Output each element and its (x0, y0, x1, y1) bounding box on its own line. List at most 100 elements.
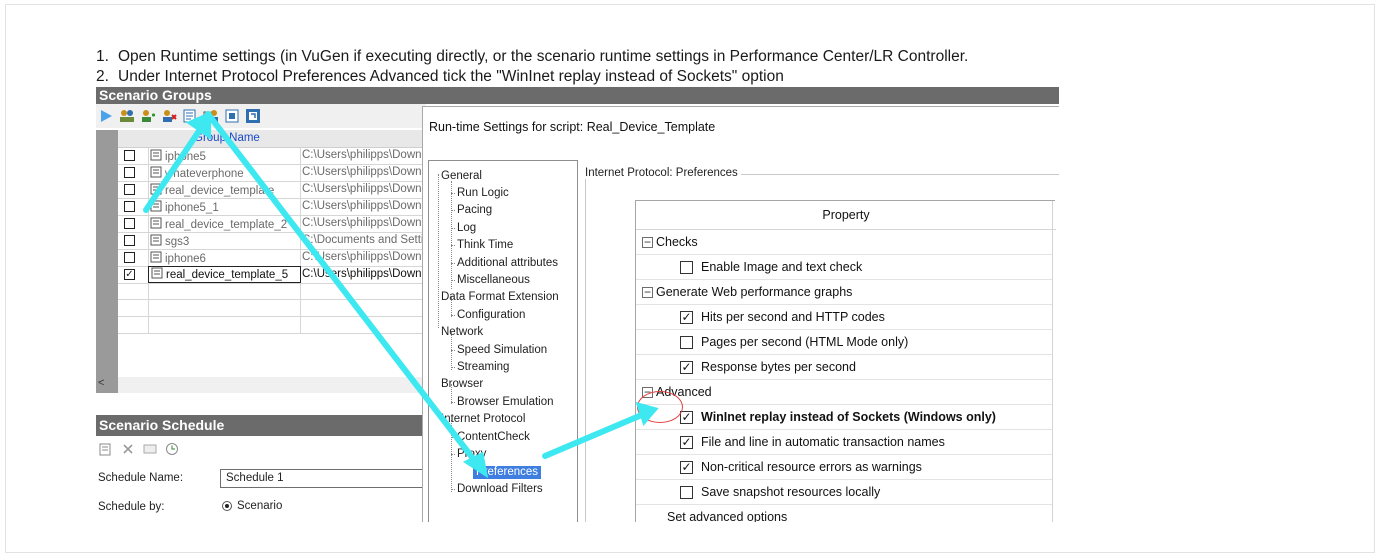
group-path: C:\Users\philipps\Downl (302, 166, 425, 178)
group-checkbox[interactable] (124, 252, 135, 263)
group-path: C:\Users\philipps\Downl (302, 268, 425, 280)
table-row[interactable]: iphone5 C:\Users\philipps\Downl (118, 148, 428, 165)
scenario-groups-grid: Group Name iphone5 C:\Users\philipps\Down… (96, 130, 428, 393)
table-row[interactable]: sgs3 C:\Documents and Settir (118, 233, 428, 250)
schedule-by-label: Schedule by: (98, 501, 165, 513)
highlight-circle (637, 391, 683, 423)
group-name: real_device_template_5 (166, 268, 289, 281)
checkbox-checked[interactable]: ✓ (680, 435, 693, 449)
table-row[interactable]: real_device_template_2 C:\Users\philipps\… (118, 216, 428, 233)
tree-item-miscellaneous[interactable]: Miscellaneous (451, 274, 530, 287)
users-icon[interactable] (119, 108, 135, 124)
tree-item-data-format-extension[interactable]: Data Format Extension (441, 291, 559, 304)
option-noncritical-errors[interactable]: ✓ Non-critical resource errors as warning… (636, 455, 1052, 480)
scroll-left-icon[interactable]: < (98, 377, 104, 389)
table-row[interactable]: iphone5_1 C:\Users\philipps\Downl (118, 199, 428, 216)
clock-icon[interactable] (164, 441, 180, 457)
tree-item-internet-protocol[interactable]: Internet Protocol (441, 413, 525, 426)
grid-divider (1052, 201, 1053, 522)
option-save-snapshot[interactable]: Save snapshot resources locally (636, 480, 1052, 505)
new-schedule-icon[interactable] (98, 441, 114, 457)
group-checkbox-checked[interactable]: ✓ (124, 269, 135, 280)
group-checkbox[interactable] (124, 235, 135, 246)
tree-connector (451, 420, 452, 492)
section-advanced[interactable]: − Advanced (636, 380, 1052, 405)
group-checkbox[interactable] (124, 201, 135, 212)
tree-item-proxy[interactable]: Proxy (450, 448, 486, 461)
checkbox[interactable] (680, 260, 693, 274)
tree-item-browser[interactable]: Browser (441, 378, 483, 391)
script-icon (150, 183, 162, 198)
tree-connector (451, 181, 452, 289)
option-file-and-line[interactable]: ✓ File and line in automatic transaction … (636, 430, 1052, 455)
collapse-icon[interactable]: − (642, 236, 653, 248)
collapse-icon[interactable]: − (642, 286, 653, 298)
settings-tree: General Run Logic Pacing Log Think Time … (428, 160, 578, 522)
checkbox[interactable] (680, 335, 693, 349)
group-name: whateverphone (165, 167, 244, 180)
group-checkbox[interactable] (124, 167, 135, 178)
tree-item-pacing[interactable]: Pacing (450, 204, 492, 217)
instruction-list: 1. Open Runtime settings (in VuGen if exe… (96, 47, 968, 87)
scenario-groups-title: Scenario Groups (96, 87, 1059, 104)
checkbox-checked[interactable]: ✓ (680, 460, 693, 474)
runtime-settings-icon[interactable] (245, 108, 261, 124)
group-name: iphone6 (165, 252, 206, 265)
option-enable-image-text-check[interactable]: Enable Image and text check (636, 255, 1052, 280)
section-checks[interactable]: − Checks (636, 230, 1052, 255)
checkbox-checked[interactable]: ✓ (680, 310, 693, 324)
tree-item-download-filters[interactable]: Download Filters (451, 483, 543, 496)
horizontal-scrollbar[interactable] (118, 377, 426, 393)
checkbox-checked[interactable]: ✓ (680, 360, 693, 374)
table-row[interactable]: iphone6 C:\Users\philipps\Downl (118, 250, 428, 267)
rename-icon[interactable] (142, 441, 158, 457)
group-checkbox[interactable] (124, 218, 135, 229)
dialog-title: Run-time Settings for script: Real_Devic… (429, 120, 716, 134)
option-pages-per-second[interactable]: Pages per second (HTML Mode only) (636, 330, 1052, 355)
script-icon[interactable] (224, 108, 240, 124)
tree-item-think-time[interactable]: Think Time (450, 239, 513, 252)
group-checkbox[interactable] (124, 184, 135, 195)
group-path: C:\Users\philipps\Downl (302, 183, 425, 195)
option-wininet-replay[interactable]: ✓ WinInet replay instead of Sockets (Wind… (636, 405, 1052, 430)
group-checkbox[interactable] (124, 150, 135, 161)
copy-group-icon[interactable] (203, 108, 219, 124)
set-advanced-options[interactable]: Set advanced options (636, 505, 1052, 522)
details-icon[interactable] (182, 108, 198, 124)
table-row[interactable]: real_device_template C:\Users\philipps\Do… (118, 182, 428, 199)
tree-item-configuration[interactable]: Configuration (450, 309, 525, 322)
script-icon (150, 234, 162, 249)
remove-group-icon[interactable] (161, 108, 177, 124)
schedule-by-scenario-radio[interactable]: Scenario (222, 500, 282, 512)
scenario-groups-toolbar (96, 104, 426, 128)
script-icon (150, 217, 162, 232)
tree-item-log[interactable]: Log (450, 222, 476, 235)
tree-item-browser-emulation[interactable]: Browser Emulation (451, 396, 554, 409)
play-icon[interactable] (98, 108, 114, 124)
delete-icon[interactable] (120, 441, 136, 457)
table-row[interactable]: ✓ real_device_template_5 C:\Users\philipps… (118, 266, 428, 284)
tree-item-general[interactable]: General (441, 170, 482, 183)
group-path: C:\Users\philipps\Downl (302, 200, 425, 212)
script-icon (150, 251, 162, 266)
tree-item-network[interactable]: Network (441, 326, 483, 339)
tree-item-speed-simulation[interactable]: Speed Simulation (450, 344, 547, 357)
section-generate-graphs[interactable]: − Generate Web performance graphs (636, 280, 1052, 305)
option-response-bytes[interactable]: ✓ Response bytes per second (636, 355, 1052, 380)
grid-header: Group Name (118, 130, 428, 148)
group-name-header[interactable]: Group Name (194, 132, 260, 144)
option-hits-per-second[interactable]: ✓ Hits per second and HTTP codes (636, 305, 1052, 330)
tree-item-additional-attributes[interactable]: Additional attributes (450, 257, 558, 270)
tree-item-streaming[interactable]: Streaming (450, 361, 509, 374)
tree-item-run-logic[interactable]: Run Logic (451, 187, 509, 200)
tree-item-contentcheck[interactable]: ContentCheck (451, 431, 530, 444)
tree-item-preferences[interactable]: Preferences (473, 466, 542, 479)
script-icon (150, 149, 162, 164)
add-group-icon[interactable] (140, 108, 156, 124)
schedule-name-field[interactable]: Schedule 1 (220, 469, 430, 488)
table-row[interactable]: whateverphone C:\Users\philipps\Downl (118, 165, 428, 182)
checkbox-checked[interactable]: ✓ (680, 410, 693, 424)
checkbox[interactable] (680, 485, 693, 499)
script-icon (150, 200, 162, 215)
scenario-schedule-title: Scenario Schedule (96, 415, 426, 436)
